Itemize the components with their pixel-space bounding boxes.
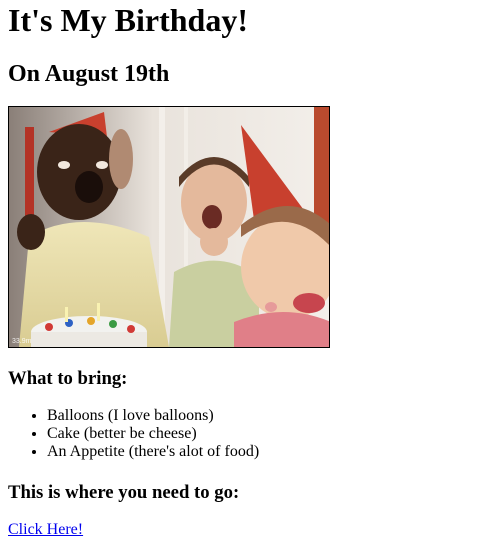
directions-link[interactable]: Click Here! bbox=[8, 520, 83, 539]
page-title: It's My Birthday! bbox=[8, 2, 248, 38]
page-subtitle: On August 19th bbox=[8, 61, 170, 87]
list-item: Balloons (I love balloons) bbox=[47, 407, 259, 425]
directions-heading: This is where you need to go: bbox=[8, 482, 240, 503]
birthday-party-photo: 33.9m bbox=[8, 106, 330, 348]
bring-list: Balloons (I love balloons) Cake (better … bbox=[8, 407, 259, 461]
list-item: Cake (better be cheese) bbox=[47, 425, 259, 443]
list-item: An Appetite (there's alot of food) bbox=[47, 443, 259, 461]
what-to-bring-heading: What to bring: bbox=[8, 368, 128, 389]
photo-watermark: 33.9m bbox=[12, 338, 32, 345]
